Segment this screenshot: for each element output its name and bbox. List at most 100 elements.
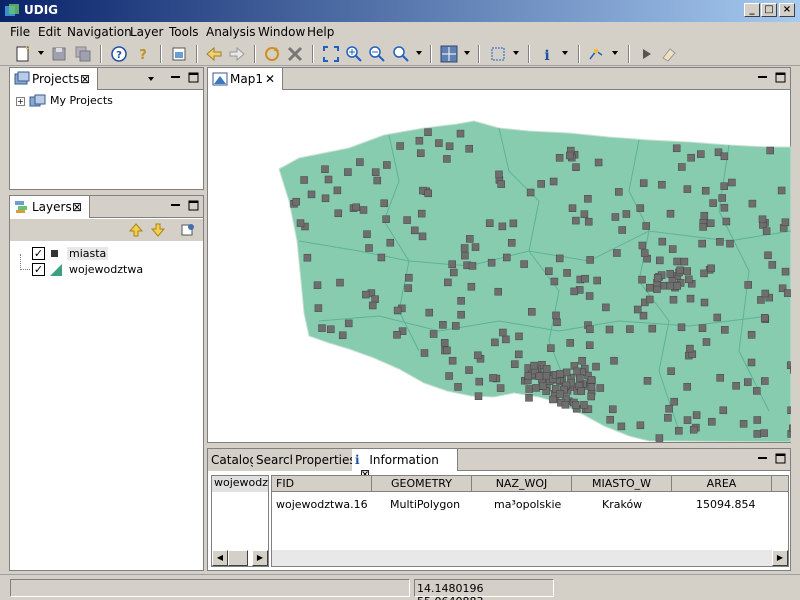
save-icon[interactable] [50,45,68,63]
forward-arrow-icon[interactable] [228,45,246,63]
city-point [687,153,695,162]
menu-edit[interactable]: Edit [38,25,61,39]
city-point [499,328,507,337]
minimize-window-button[interactable]: _ [744,3,760,17]
minimize-view-icon[interactable] [757,453,768,464]
zoom-dropdown-icon[interactable] [416,51,422,55]
selection-dropdown-icon[interactable] [513,51,519,55]
menu-analysis[interactable]: Analysis [206,25,255,39]
udig-app-icon [5,4,19,16]
scroll-right-button[interactable]: ▶ [772,550,788,566]
tab-properties[interactable]: Properties [292,449,360,471]
column-header-area[interactable]: AREA [672,476,772,492]
city-point [495,170,503,179]
new-map-icon[interactable] [170,45,188,63]
layer-label-miasta: miasta [67,247,109,260]
tab-layers[interactable]: Layers ⊠ [10,196,90,218]
maximize-view-icon[interactable] [188,200,199,211]
scroll-thumb[interactable] [228,550,248,566]
city-point [709,199,717,207]
view-menu-icon[interactable] [148,77,154,81]
layer-properties-icon[interactable] [180,222,196,238]
zoom-in-icon[interactable] [345,45,363,63]
pan-tool-icon[interactable] [440,45,458,63]
layer-row-wojewodztwa[interactable]: ✓ wojewodztwa [18,262,168,278]
zoom-out-icon[interactable] [368,45,386,63]
scroll-left-button[interactable]: ◀ [212,550,228,566]
expand-icon[interactable]: + [16,96,25,106]
layer-visibility-checkbox[interactable]: ✓ [32,263,45,276]
city-point [410,226,419,235]
city-point [584,195,592,203]
back-arrow-icon[interactable] [205,45,223,63]
city-point [417,209,426,218]
toolbar-separator [160,45,162,63]
maximize-view-icon[interactable] [188,72,199,83]
context-help-icon[interactable]: ? [134,45,152,63]
menu-window[interactable]: Window [258,25,305,39]
edit-tool-icon[interactable] [588,45,606,63]
new-icon[interactable] [14,45,32,63]
run-icon[interactable] [638,45,656,63]
menu-help[interactable]: Help [307,25,334,39]
info-dropdown-icon[interactable] [562,51,568,55]
close-map-tab-icon[interactable]: ✕ [265,72,275,86]
cell-geometry: MultiPolygon [390,498,461,511]
help-icon[interactable]: ? [110,45,128,63]
column-header-geometry[interactable]: GEOMETRY [372,476,472,492]
minimize-view-icon[interactable] [170,72,181,83]
scroll-right-button[interactable]: ▶ [252,550,268,566]
city-point [602,303,610,312]
edit-dropdown-icon[interactable] [612,51,618,55]
move-layer-down-icon[interactable] [150,222,166,238]
menu-layer[interactable]: Layer [130,25,163,39]
pan-dropdown-icon[interactable] [464,51,470,55]
layer-row-miasta[interactable]: ✓ miasta [18,246,118,262]
tab-information[interactable]: i Information ⊠ [352,449,458,481]
city-point [502,335,510,344]
horizontal-scrollbar[interactable]: ▶ [272,550,788,566]
city-point [622,210,631,218]
city-point [445,372,453,380]
tree-item-my-projects[interactable]: + My Projects [16,94,113,108]
close-window-button[interactable]: × [779,3,795,17]
menu-tools[interactable]: Tools [169,25,199,39]
minimize-view-icon[interactable] [757,72,768,83]
save-all-icon[interactable] [74,45,92,63]
city-point [440,339,449,347]
selection-tool-icon[interactable] [489,45,507,63]
move-layer-up-icon[interactable] [128,222,144,238]
maximize-view-icon[interactable] [775,72,786,83]
menu-file[interactable]: File [10,25,30,39]
tab-map1[interactable]: Map1 ✕ [208,68,283,90]
city-point [698,239,706,248]
refresh-icon[interactable] [263,45,281,63]
info-tool-icon[interactable]: i [538,45,556,63]
column-header-fid[interactable]: FID [272,476,372,492]
maximize-view-icon[interactable] [775,453,786,464]
city-point [685,275,693,284]
city-point [333,186,342,195]
zoom-extent-icon[interactable] [322,45,340,63]
close-layers-tab-icon[interactable]: ⊠ [72,200,82,214]
layer-visibility-checkbox[interactable]: ✓ [32,247,45,260]
close-projects-tab-icon[interactable]: ⊠ [80,72,90,86]
city-point [566,339,574,347]
menu-navigation[interactable]: Navigation [67,25,132,39]
city-point [344,168,352,176]
city-point [503,253,511,262]
city-point [545,267,553,275]
minimize-view-icon[interactable] [170,200,181,211]
map-canvas[interactable] [209,91,791,442]
city-point [708,417,716,426]
stop-icon[interactable] [286,45,304,63]
column-header-naz-woj[interactable]: NAZ_WOJ [472,476,572,492]
eraser-icon[interactable] [660,45,678,63]
city-point [321,165,329,173]
zoom-tool-icon[interactable] [392,45,410,63]
feature-list-item[interactable]: wojewodzt [212,476,268,492]
column-header-miasto-w[interactable]: MIASTO_W [572,476,672,492]
maximize-window-button[interactable]: □ [761,3,777,17]
tab-projects[interactable]: Projects ⊠ [10,68,98,90]
new-dropdown-icon[interactable] [38,51,44,55]
